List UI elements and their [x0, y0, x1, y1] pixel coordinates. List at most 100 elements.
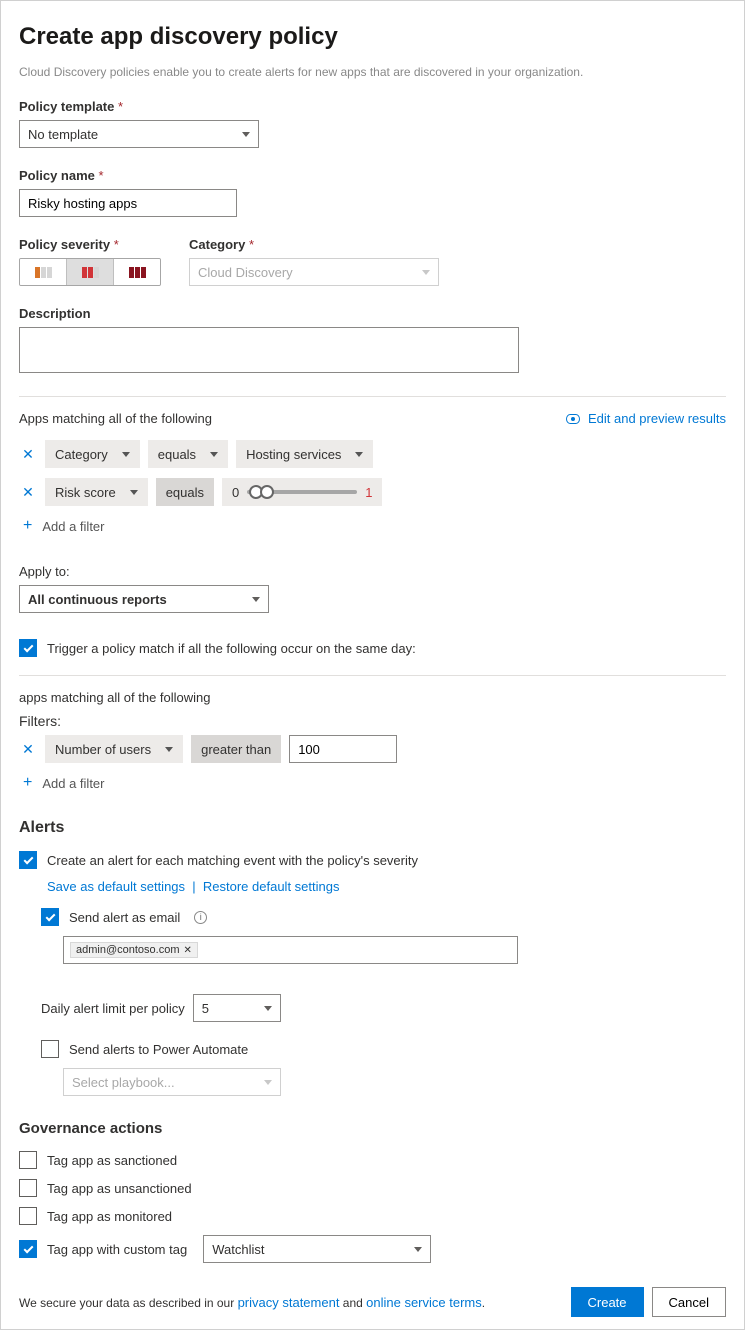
- required-marker: *: [118, 99, 123, 114]
- filter-value-dropdown[interactable]: Hosting services: [236, 440, 373, 468]
- filter-op-text: greater than: [201, 742, 271, 757]
- tag-custom-checkbox[interactable]: [19, 1240, 37, 1258]
- custom-tag-value: Watchlist: [212, 1242, 264, 1257]
- required-marker: *: [249, 237, 254, 252]
- description-input[interactable]: [19, 327, 519, 373]
- chevron-down-icon: [165, 747, 173, 752]
- page-subtitle: Cloud Discovery policies enable you to c…: [19, 65, 726, 79]
- required-marker: *: [99, 168, 104, 183]
- chevron-down-icon: [264, 1080, 272, 1085]
- filter-field-text: Risk score: [55, 485, 116, 500]
- filter-op-text: equals: [166, 485, 204, 500]
- apps-matching-title: Apps matching all of the following: [19, 411, 212, 426]
- plus-icon: +: [23, 518, 36, 534]
- create-button[interactable]: Create: [571, 1287, 644, 1317]
- severity-medium[interactable]: [67, 259, 114, 285]
- apply-to-dropdown[interactable]: All continuous reports: [19, 585, 269, 613]
- custom-tag-dropdown[interactable]: Watchlist: [203, 1235, 431, 1263]
- severity-low[interactable]: [20, 259, 67, 285]
- footer-suffix: .: [482, 1296, 485, 1310]
- divider: [19, 675, 726, 676]
- tag-unsanctioned-text: Tag app as unsanctioned: [47, 1181, 192, 1196]
- tag-monitored-checkbox[interactable]: [19, 1207, 37, 1225]
- tag-monitored-text: Tag app as monitored: [47, 1209, 172, 1224]
- filter-value-input[interactable]: [289, 735, 397, 763]
- description-label: Description: [19, 306, 726, 321]
- remove-filter-icon[interactable]: ✕: [19, 484, 37, 501]
- footer-text: We secure your data as described in our …: [19, 1295, 485, 1310]
- save-defaults-link[interactable]: Save as default settings: [47, 879, 185, 894]
- filter-row: ✕ Category equals Hosting services: [19, 440, 726, 468]
- chevron-down-icon: [242, 132, 250, 137]
- chevron-down-icon: [122, 452, 130, 457]
- category-dropdown: Cloud Discovery: [189, 258, 439, 286]
- create-alert-text: Create an alert for each matching event …: [47, 853, 418, 868]
- daily-limit-dropdown[interactable]: 5: [193, 994, 281, 1022]
- slider-thumb[interactable]: [260, 485, 274, 499]
- policy-template-dropdown[interactable]: No template: [19, 120, 259, 148]
- severity-selector: [19, 258, 161, 286]
- trigger-text: Trigger a policy match if all the follow…: [47, 641, 416, 656]
- apply-to-value: All continuous reports: [28, 592, 167, 607]
- filter-row: ✕ Number of users greater than: [19, 735, 726, 763]
- chevron-down-icon: [252, 597, 260, 602]
- playbook-placeholder: Select playbook...: [72, 1075, 175, 1090]
- power-automate-text: Send alerts to Power Automate: [69, 1042, 248, 1057]
- tag-unsanctioned-checkbox[interactable]: [19, 1179, 37, 1197]
- required-marker: *: [114, 237, 119, 252]
- policy-name-input[interactable]: [19, 189, 237, 217]
- send-email-checkbox[interactable]: [41, 908, 59, 926]
- power-automate-checkbox[interactable]: [41, 1040, 59, 1058]
- add-filter-button[interactable]: + Add a filter: [23, 775, 726, 791]
- apply-to-label: Apply to:: [19, 564, 726, 579]
- filter-op[interactable]: greater than: [191, 735, 281, 763]
- restore-defaults-link[interactable]: Restore default settings: [203, 879, 340, 894]
- preview-link-text: Edit and preview results: [588, 411, 726, 426]
- privacy-link[interactable]: privacy statement: [238, 1295, 340, 1310]
- tag-sanctioned-text: Tag app as sanctioned: [47, 1153, 177, 1168]
- filter-field-dropdown[interactable]: Category: [45, 440, 140, 468]
- chevron-down-icon: [264, 1006, 272, 1011]
- severity-high[interactable]: [114, 259, 160, 285]
- filter-op-dropdown[interactable]: equals: [148, 440, 228, 468]
- remove-filter-icon[interactable]: ✕: [19, 446, 37, 463]
- filter-field-text: Number of users: [55, 742, 151, 757]
- add-filter-text: Add a filter: [42, 776, 104, 791]
- cancel-button[interactable]: Cancel: [652, 1287, 726, 1317]
- preview-results-link[interactable]: Edit and preview results: [566, 411, 726, 426]
- filter-op[interactable]: equals: [156, 478, 214, 506]
- apps-matching2-title: apps matching all of the following: [19, 690, 726, 705]
- info-icon[interactable]: i: [194, 911, 207, 924]
- daily-limit-label: Daily alert limit per policy: [41, 1001, 185, 1016]
- filter-field-dropdown[interactable]: Number of users: [45, 735, 183, 763]
- policy-name-label: Policy name: [19, 168, 95, 183]
- plus-icon: +: [23, 775, 36, 791]
- remove-chip-icon[interactable]: ✕: [184, 945, 192, 956]
- filter-field-text: Category: [55, 447, 108, 462]
- slider-max: 1: [365, 485, 372, 500]
- severity-label: Policy severity: [19, 237, 110, 252]
- policy-template-value: No template: [28, 127, 98, 142]
- chevron-down-icon: [414, 1247, 422, 1252]
- trigger-checkbox[interactable]: [19, 639, 37, 657]
- add-filter-text: Add a filter: [42, 519, 104, 534]
- remove-filter-icon[interactable]: ✕: [19, 741, 37, 758]
- risk-score-slider[interactable]: 0 1: [222, 478, 382, 506]
- chevron-down-icon: [130, 490, 138, 495]
- add-filter-button[interactable]: + Add a filter: [23, 518, 726, 534]
- alerts-heading: Alerts: [19, 819, 726, 837]
- filter-field-dropdown[interactable]: Risk score: [45, 478, 148, 506]
- filter-row: ✕ Risk score equals 0 1: [19, 478, 726, 506]
- email-recipients-input[interactable]: admin@contoso.com ✕: [63, 936, 518, 964]
- page-title: Create app discovery policy: [19, 23, 726, 51]
- category-value: Cloud Discovery: [198, 265, 293, 280]
- filters-label: Filters:: [19, 713, 726, 729]
- filter-op-text: equals: [158, 447, 196, 462]
- tag-sanctioned-checkbox[interactable]: [19, 1151, 37, 1169]
- create-alert-checkbox[interactable]: [19, 851, 37, 869]
- tag-custom-text: Tag app with custom tag: [47, 1242, 187, 1257]
- footer-mid: and: [339, 1296, 366, 1310]
- send-email-text: Send alert as email: [69, 910, 180, 925]
- terms-link[interactable]: online service terms: [366, 1295, 482, 1310]
- footer-pre: We secure your data as described in our: [19, 1296, 238, 1310]
